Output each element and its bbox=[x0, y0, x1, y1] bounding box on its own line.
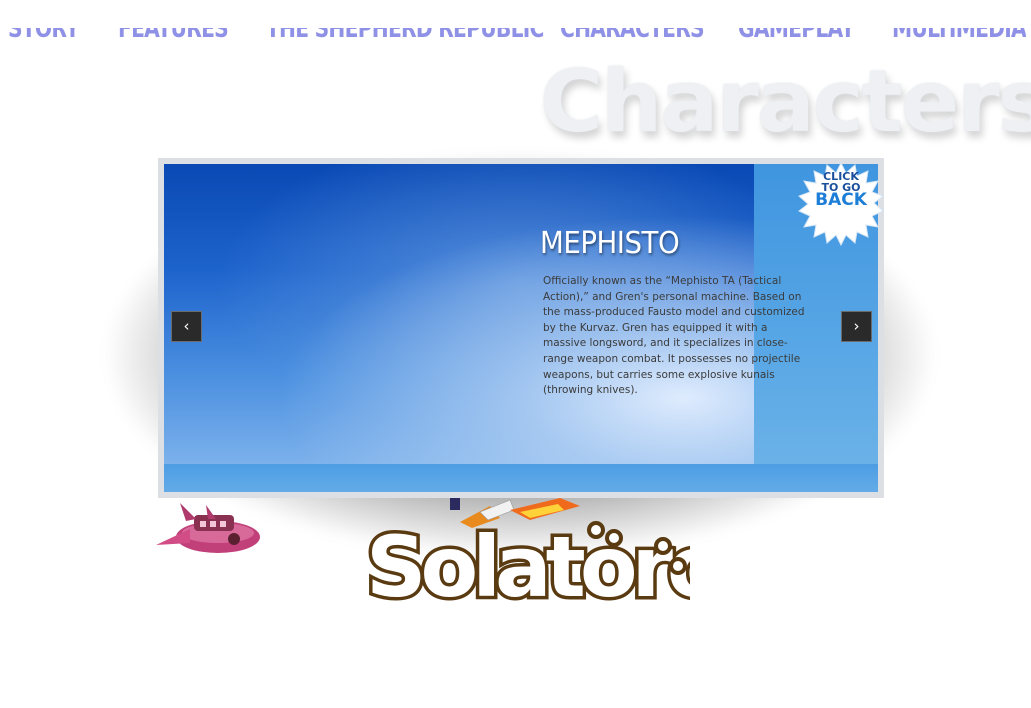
card-bottom-strip bbox=[164, 464, 878, 492]
paw-dot-icon bbox=[654, 537, 672, 555]
nav-multimedia[interactable]: Multimedia bbox=[892, 28, 1026, 44]
character-description: Officially known as the “Mephisto TA (Ta… bbox=[543, 275, 805, 397]
nav-features[interactable]: Features bbox=[118, 28, 228, 44]
nav-story[interactable]: Story bbox=[8, 28, 79, 44]
nav-shepherd-republic[interactable]: The Shepherd Republic bbox=[266, 28, 544, 44]
character-card-panel: MEPHISTO Officially known as the “Mephis… bbox=[164, 164, 878, 492]
paw-dot-icon bbox=[605, 529, 623, 547]
character-name: MEPHISTO bbox=[540, 226, 680, 261]
logo-text: Solatorobo bbox=[366, 518, 690, 613]
page-title: Characters bbox=[540, 52, 1031, 152]
paw-dot-icon bbox=[669, 557, 687, 575]
paw-dot-icon bbox=[587, 521, 605, 539]
nav-characters[interactable]: Characters bbox=[560, 28, 704, 44]
prev-button[interactable]: ‹ bbox=[171, 311, 202, 342]
back-badge-line3: BACK bbox=[815, 190, 867, 210]
character-card: MEPHISTO Officially known as the “Mephis… bbox=[158, 158, 884, 498]
game-logo: Solatorobo bbox=[363, 515, 691, 614]
back-button[interactable]: CLICK TO GO BACK bbox=[798, 161, 885, 247]
airship-image bbox=[156, 503, 260, 553]
chevron-right-icon: › bbox=[853, 317, 860, 335]
next-button[interactable]: › bbox=[841, 311, 872, 342]
nav-gameplay[interactable]: Gameplay bbox=[738, 28, 854, 44]
chevron-left-icon: ‹ bbox=[183, 317, 190, 335]
